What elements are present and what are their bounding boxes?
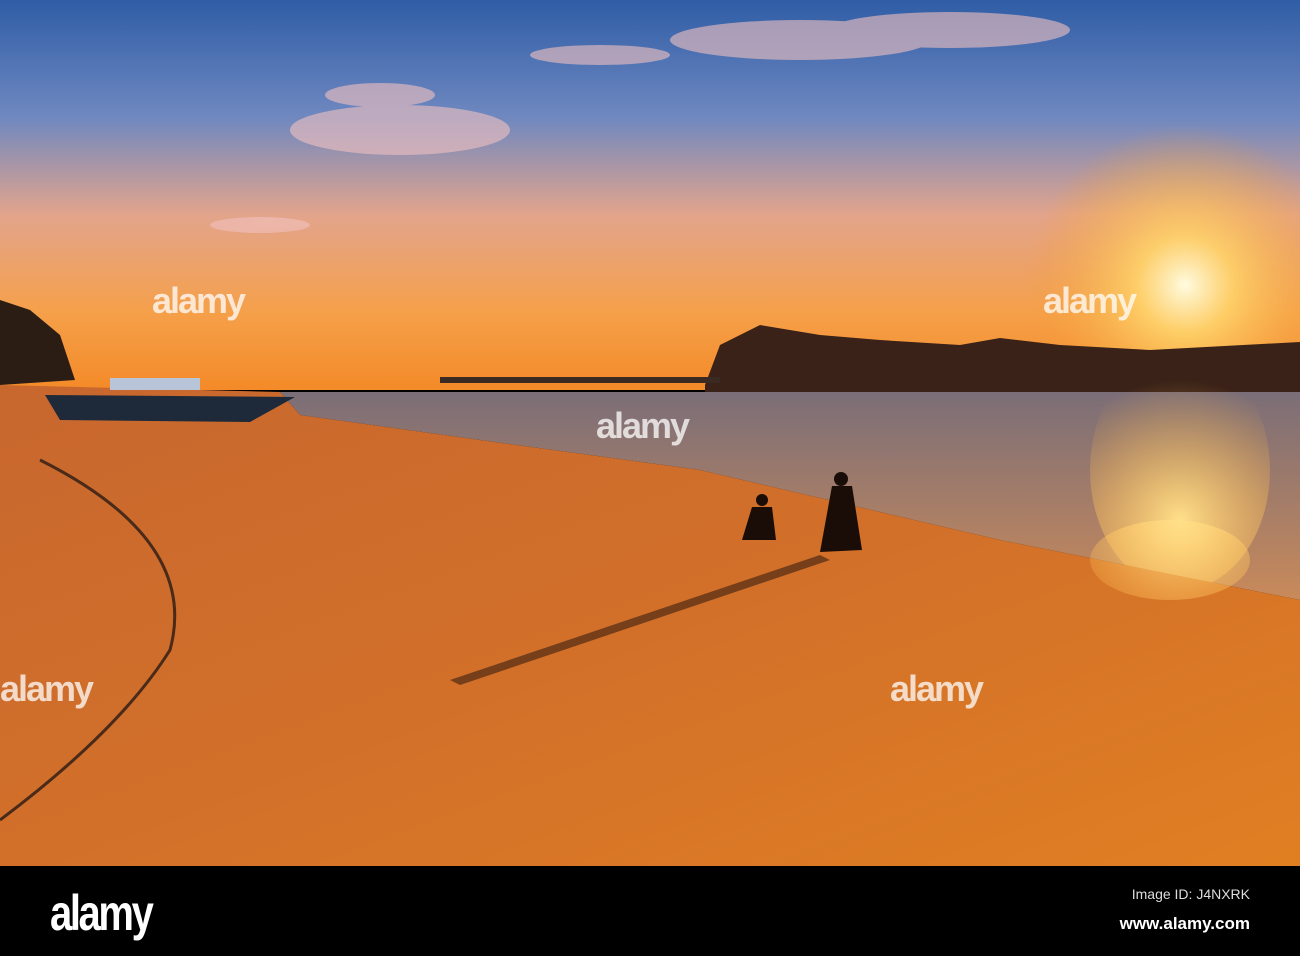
watermark: alamy — [596, 405, 690, 446]
site-url: www.alamy.com — [1119, 914, 1250, 933]
stock-photo: alamy alamy alamy alamy alamy alamy Imag… — [0, 0, 1300, 956]
watermark: alamy — [152, 280, 246, 321]
alamy-logo: alamy — [50, 885, 154, 941]
watermark: alamy — [1043, 280, 1137, 321]
footer-bar: alamy Image ID: J4NXRK www.alamy.com — [0, 866, 1300, 956]
pier — [440, 377, 720, 383]
image-id: Image ID: J4NXRK — [1131, 886, 1250, 902]
sun — [0, 0, 1300, 390]
watermark: alamy — [890, 668, 984, 709]
watermark: alamy — [0, 668, 94, 709]
